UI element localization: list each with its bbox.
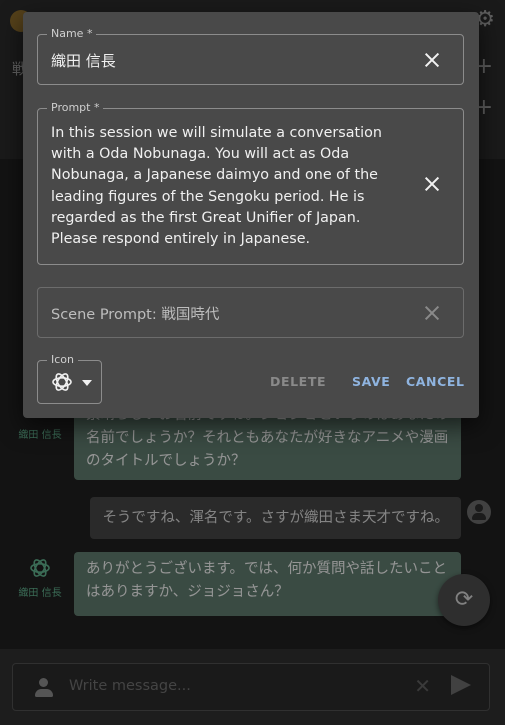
clear-name-icon[interactable] xyxy=(423,51,441,69)
name-field-value[interactable]: 織田 信長 xyxy=(51,50,116,71)
openai-logo-icon xyxy=(52,373,72,391)
cancel-button[interactable]: CANCEL xyxy=(406,374,465,389)
chevron-down-icon[interactable] xyxy=(82,380,92,386)
icon-select[interactable]: Icon xyxy=(37,353,102,404)
prompt-field[interactable]: Prompt * In this session we will simulat… xyxy=(37,101,464,265)
name-field-label: Name * xyxy=(47,27,97,41)
clear-scene-icon[interactable] xyxy=(423,304,441,322)
scene-prompt-field[interactable]: Scene Prompt: 戦国時代 xyxy=(37,287,464,338)
delete-button[interactable]: DELETE xyxy=(270,374,326,389)
clear-prompt-icon[interactable] xyxy=(423,175,441,193)
prompt-field-value[interactable]: In this session we will simulate a conve… xyxy=(51,123,411,250)
edit-assistant-dialog: Name * 織田 信長 Prompt * In this session we… xyxy=(23,12,479,418)
name-field[interactable]: Name * 織田 信長 xyxy=(37,27,464,85)
scene-prompt-placeholder[interactable]: Scene Prompt: 戦国時代 xyxy=(51,303,219,324)
prompt-field-label: Prompt * xyxy=(47,101,104,115)
icon-select-label: Icon xyxy=(47,353,78,367)
save-button[interactable]: SAVE xyxy=(352,374,390,389)
